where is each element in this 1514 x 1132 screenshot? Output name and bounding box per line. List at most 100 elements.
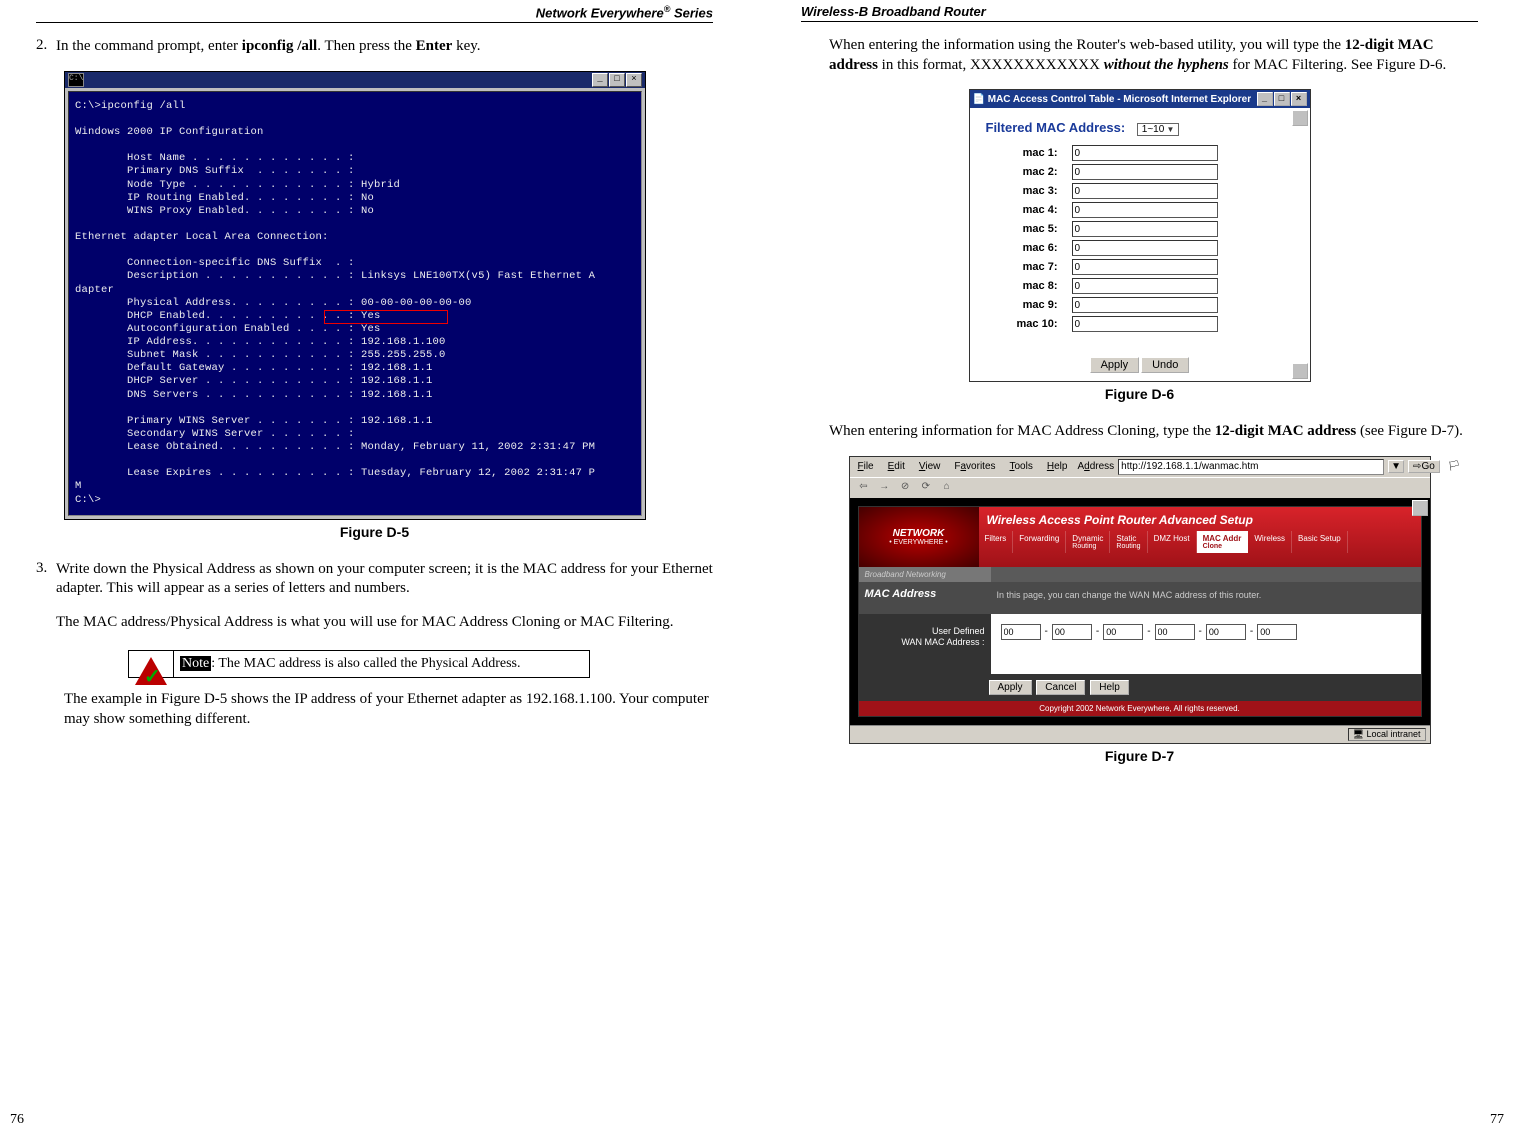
header-right: Wireless-B Broadband Router — [801, 4, 1478, 22]
section-description: In this page, you can change the WAN MAC… — [991, 582, 1421, 614]
mac-input-1[interactable] — [1072, 145, 1218, 161]
router-logo: NETWORK • EVERYWHERE • — [859, 507, 979, 567]
range-select[interactable]: 1~10 — [1137, 123, 1180, 136]
help-button[interactable]: Help — [1090, 680, 1129, 695]
mac-row-label: mac 10: — [986, 318, 1072, 330]
tab-mac-addr[interactable]: MAC AddrClone — [1197, 531, 1249, 553]
minimize-icon[interactable]: _ — [592, 73, 608, 87]
mac-input-4[interactable] — [1072, 202, 1218, 218]
wan-mac-octet-1[interactable] — [1001, 624, 1041, 640]
step2-number: 2. — [36, 37, 56, 57]
stop-icon[interactable]: ⊘ — [897, 480, 913, 496]
mac-row-label: mac 3: — [986, 185, 1072, 197]
dropdown-icon[interactable]: ▼ — [1388, 460, 1404, 473]
tab-dynamic[interactable]: DynamicRouting — [1066, 531, 1110, 553]
header-left: Network Everywhere® Series — [36, 4, 713, 23]
wan-mac-octet-2[interactable] — [1052, 624, 1092, 640]
apply-button[interactable]: Apply — [989, 680, 1032, 695]
mac-row-label: mac 1: — [986, 147, 1072, 159]
page-number-right: 77 — [1490, 1112, 1504, 1128]
terminal-titlebar: C:\ _□× — [65, 72, 645, 88]
form-label: User DefinedWAN MAC Address : — [859, 614, 991, 674]
wan-mac-octet-4[interactable] — [1155, 624, 1195, 640]
undo-button[interactable]: Undo — [1141, 357, 1189, 373]
figure-d5-caption: Figure D-5 — [36, 524, 713, 540]
cancel-button[interactable]: Cancel — [1036, 680, 1085, 695]
wan-mac-octet-5[interactable] — [1206, 624, 1246, 640]
close-icon[interactable]: × — [626, 73, 642, 87]
tab-static[interactable]: StaticRouting — [1110, 531, 1147, 553]
wan-mac-octet-3[interactable] — [1103, 624, 1143, 640]
refresh-icon[interactable]: ⟳ — [918, 480, 934, 496]
menu-edit[interactable]: Edit — [884, 461, 909, 472]
home-icon[interactable]: ⌂ — [939, 480, 955, 496]
step3-example: The example in Figure D-5 shows the IP a… — [64, 690, 713, 729]
window-controls: _□× — [591, 73, 642, 87]
forward-icon[interactable]: → — [876, 480, 892, 496]
menu-tools[interactable]: Tools — [1006, 461, 1037, 472]
mac-input-10[interactable] — [1072, 316, 1218, 332]
ie-logo-icon: 🏳 — [1444, 461, 1465, 472]
mac-input-6[interactable] — [1072, 240, 1218, 256]
mac-row-label: mac 4: — [986, 204, 1072, 216]
menu-favorites[interactable]: Favorites — [950, 461, 999, 472]
scroll-down-icon[interactable] — [1292, 363, 1308, 379]
fig6-titlebar: 📄 MAC Access Control Table - Microsoft I… — [970, 90, 1310, 108]
status-bar: Local intranet — [850, 725, 1430, 743]
wan-mac-octet-6[interactable] — [1257, 624, 1297, 640]
tab-filters[interactable]: Filters — [979, 531, 1014, 553]
mac-row-label: mac 2: — [986, 166, 1072, 178]
page-number-left: 76 — [10, 1112, 24, 1128]
router-footer: Copyright 2002 Network Everywhere, All r… — [859, 701, 1421, 716]
figure-d6-window: 📄 MAC Access Control Table - Microsoft I… — [969, 89, 1311, 382]
tab-wireless[interactable]: Wireless — [1248, 531, 1292, 553]
mac-row-label: mac 7: — [986, 261, 1072, 273]
menu-view[interactable]: View — [915, 461, 945, 472]
figure-d7-caption: Figure D-7 — [801, 748, 1478, 764]
mac-row-label: mac 6: — [986, 242, 1072, 254]
go-button[interactable]: ⇨Go — [1408, 460, 1440, 473]
mac-row-label: mac 9: — [986, 299, 1072, 311]
fig7-menubar: FFileile Edit View Favorites Tools Help … — [850, 457, 1430, 477]
tab-forwarding[interactable]: Forwarding — [1013, 531, 1066, 553]
mac-input-3[interactable] — [1072, 183, 1218, 199]
mac-row-label: mac 5: — [986, 223, 1072, 235]
minimize-icon[interactable]: _ — [1257, 92, 1273, 106]
figure-d6-caption: Figure D-6 — [801, 386, 1478, 402]
step3-text: Write down the Physical Address as shown… — [56, 560, 713, 647]
mac-input-2[interactable] — [1072, 164, 1218, 180]
address-label: Address — [1077, 461, 1114, 472]
menu-file[interactable]: FFileile — [854, 461, 878, 472]
mac-row-label: mac 8: — [986, 280, 1072, 292]
section-title: MAC Address — [859, 582, 991, 614]
fig7-toolbar: ⇦ → ⊘ ⟳ ⌂ — [850, 477, 1430, 498]
apply-button[interactable]: Apply — [1090, 357, 1140, 373]
step3-number: 3. — [36, 560, 56, 647]
step2-text: In the command prompt, enter ipconfig /a… — [56, 37, 713, 57]
physical-address-highlight — [324, 310, 448, 324]
mac-input-9[interactable] — [1072, 297, 1218, 313]
maximize-icon[interactable]: □ — [1274, 92, 1290, 106]
fig6-heading: Filtered MAC Address: 1~10 — [986, 120, 1294, 135]
note-text: Note: The MAC address is also called the… — [174, 651, 526, 677]
mac-input-5[interactable] — [1072, 221, 1218, 237]
note-box: Note: The MAC address is also called the… — [128, 650, 590, 678]
maximize-icon[interactable]: □ — [609, 73, 625, 87]
zone-indicator: Local intranet — [1348, 728, 1426, 741]
terminal-icon: C:\ — [68, 73, 84, 87]
figure-d7-window: FFileile Edit View Favorites Tools Help … — [849, 456, 1431, 744]
menu-help[interactable]: Help — [1043, 461, 1072, 472]
right-p1: When entering the information using the … — [829, 36, 1478, 75]
note-icon — [129, 651, 174, 677]
mac-input-8[interactable] — [1072, 278, 1218, 294]
close-icon[interactable]: × — [1291, 92, 1307, 106]
mac-input-7[interactable] — [1072, 259, 1218, 275]
tab-dmz-host[interactable]: DMZ Host — [1148, 531, 1197, 553]
tab-basic-setup[interactable]: Basic Setup — [1292, 531, 1348, 553]
scroll-up-icon[interactable] — [1412, 500, 1428, 516]
address-input[interactable] — [1118, 459, 1384, 475]
back-icon[interactable]: ⇦ — [856, 480, 872, 496]
figure-d5-terminal: C:\ _□× C:\>ipconfig /all Windows 2000 I… — [64, 71, 646, 520]
scroll-up-icon[interactable] — [1292, 110, 1308, 126]
router-page-title: Wireless Access Point Router Advanced Se… — [979, 507, 1421, 531]
